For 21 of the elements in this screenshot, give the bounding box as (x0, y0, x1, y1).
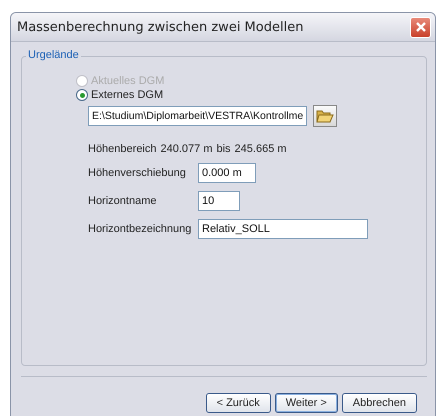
input-field[interactable]: 0.000 m (198, 163, 256, 183)
dialog-button[interactable]: Weiter > (274, 393, 338, 413)
input-field[interactable]: Relativ_SOLL (198, 219, 368, 239)
browse-button[interactable] (313, 105, 338, 127)
field-label: Horizontbezeichnung (88, 223, 192, 235)
input-field[interactable]: 10 (198, 191, 240, 211)
radio-option[interactable]: Externes DGM (76, 89, 426, 101)
dialog-button[interactable]: Abbrechen (342, 393, 417, 413)
field-label: Höhenverschiebung (88, 167, 187, 179)
window-title: Massenberechnung zwischen zwei Modellen (17, 20, 304, 34)
folder-icon (316, 108, 334, 124)
range-label: Höhenbereich (88, 143, 156, 155)
dialog-button[interactable]: < Zurück (206, 393, 271, 413)
close-icon (414, 21, 426, 33)
range-separator: bis (216, 143, 231, 155)
group-title: Urgelände (26, 49, 81, 61)
range-from: 240.077 m (160, 143, 212, 155)
path-field[interactable]: E:\Studium\Diplomarbeit\VESTRA\Kontrollme (88, 106, 308, 126)
close-button[interactable] (410, 16, 431, 38)
range-to: 245.665 m (234, 143, 287, 155)
field-label: Horizontname (88, 195, 158, 207)
